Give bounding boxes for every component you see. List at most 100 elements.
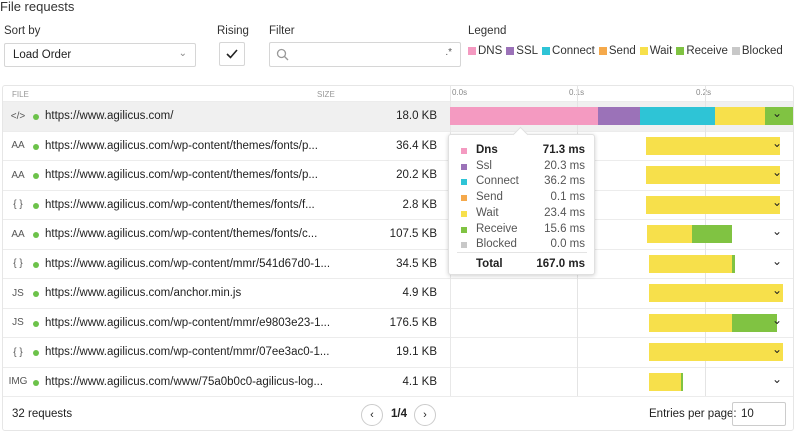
rising-label: Rising (217, 25, 249, 37)
waterfall-bar[interactable] (450, 284, 793, 302)
chevron-down-icon: ⌄ (772, 342, 783, 356)
waterfall-segment-wait (646, 195, 780, 214)
waterfall-segment-wait (649, 313, 732, 332)
waterfall-segment-wait (647, 225, 692, 243)
js-file-icon: JS (12, 287, 24, 299)
entries-per-page-label: Entries per page: (649, 408, 737, 420)
tooltip-phase-value: 0.1 ms (550, 191, 585, 204)
tooltip-swatch (461, 226, 467, 233)
legend-swatch (506, 47, 515, 55)
request-url: https://www.agilicus.com/wp-content/them… (45, 169, 318, 181)
request-url: https://www.agilicus.com/www/75a0b0c0-ag… (45, 375, 324, 388)
request-size: 20.2 KB (396, 169, 437, 181)
tooltip-phase-name: Send (476, 191, 503, 204)
expand-row-button[interactable]: ⌄ (772, 342, 782, 356)
page-title: File requests (0, 0, 75, 14)
tooltip-total-row: Total 167.0 ms (460, 257, 585, 273)
tooltip-phase-value: 15.6 ms (544, 222, 585, 235)
tooltip-swatch (461, 242, 467, 249)
js-file-icon: JS (12, 317, 24, 328)
request-url: https://www.agilicus.com/ (45, 110, 174, 122)
table-footer: 32 requests ‹ 1/4 › Entries per page: 10 (3, 396, 793, 430)
expand-row-button[interactable]: ⌄ (772, 195, 782, 209)
waterfall-bar[interactable] (450, 313, 793, 332)
tooltip-phase-name: Connect (476, 175, 519, 188)
status-dot (33, 114, 39, 120)
requests-table: FILE SIZE 0.0s 0.1s 0.2s </>https://www.… (2, 85, 794, 431)
entries-per-page-input[interactable]: 10 (732, 402, 786, 426)
tooltip-phase-name: Wait (476, 206, 499, 219)
tooltip-row-wait: Wait 23.4 ms (460, 206, 585, 222)
expand-row-button[interactable]: ⌄ (772, 283, 782, 297)
font-file-icon: AA (11, 169, 25, 181)
expand-row-button[interactable]: ⌄ (772, 372, 782, 386)
next-page-button[interactable]: › (414, 404, 436, 426)
tooltip-swatch (461, 163, 467, 170)
legend-item-blocked: Blocked (731, 45, 783, 57)
legend-label-text: Wait (649, 45, 673, 57)
checkmark-icon (226, 49, 238, 59)
legend-label: Legend (468, 25, 507, 37)
tooltip-divider (457, 252, 587, 253)
request-size: 4.9 KB (402, 287, 437, 299)
chevron-down-icon: ⌄ (772, 312, 783, 327)
filter-input[interactable]: .* (269, 42, 461, 67)
tooltip-row-ssl: Ssl 20.3 ms (460, 159, 585, 175)
request-size: 2.8 KB (402, 198, 437, 211)
expand-row-button[interactable]: ⌄ (772, 224, 782, 238)
expand-row-button[interactable]: ⌄ (772, 136, 782, 150)
expand-row-button[interactable]: ⌄ (772, 254, 782, 268)
regex-icon[interactable]: .* (445, 47, 452, 58)
waterfall-bar[interactable] (450, 372, 793, 391)
html-file-icon: </> (10, 110, 26, 122)
status-dot (33, 143, 39, 150)
request-size: 107.5 KB (389, 228, 437, 240)
tooltip-phase-value: 71.3 ms (542, 144, 585, 156)
status-dot (33, 202, 39, 209)
tooltip-total-value: 167.0 ms (536, 258, 585, 270)
chevron-left-icon: ‹ (370, 409, 374, 421)
waterfall-segment-wait (649, 372, 681, 391)
legend-swatch (639, 47, 648, 55)
column-header-file: FILE (12, 90, 29, 99)
request-size: 19.1 KB (396, 346, 437, 358)
image-file-icon: IMG (8, 376, 28, 387)
rising-checkbox[interactable] (219, 42, 245, 66)
request-url: https://www.agilicus.com/wp-content/them… (45, 198, 315, 211)
expand-row-button[interactable]: ⌄ (772, 106, 782, 120)
tooltip-phase-value: 0.0 ms (550, 238, 585, 251)
chevron-down-icon: ⌄ (772, 283, 783, 297)
legend-label-text: Connect (552, 45, 595, 57)
sort-label: Sort by (4, 25, 41, 37)
request-size: 36.4 KB (396, 139, 437, 152)
legend: DNS SSL Connect Send Wait Receive Blocked (468, 45, 787, 57)
tooltip-phase-name: Dns (476, 144, 498, 156)
chevron-down-icon: ⌄ (772, 253, 783, 268)
request-size: 34.5 KB (396, 257, 437, 270)
tooltip-row-dns: Dns 71.3 ms (460, 143, 585, 159)
request-size: 18.0 KB (396, 110, 437, 122)
request-url: https://www.agilicus.com/wp-content/mmr/… (45, 346, 330, 358)
font-file-icon: AA (11, 228, 25, 240)
expand-row-button[interactable]: ⌄ (772, 165, 782, 179)
waterfall-bar[interactable] (450, 107, 793, 125)
legend-label-text: SSL (516, 45, 539, 57)
tooltip-swatch (461, 195, 467, 202)
sort-select[interactable]: Load Order ⌄ (4, 43, 196, 67)
tooltip-swatch (461, 148, 467, 154)
chevron-down-icon: ⌄ (178, 48, 187, 59)
waterfall-segment-dns (450, 107, 598, 125)
tooltip-row-connect: Connect 36.2 ms (460, 174, 585, 190)
tooltip-phase-value: 23.4 ms (544, 206, 585, 219)
prev-page-button[interactable]: ‹ (361, 404, 383, 426)
request-size: 176.5 KB (389, 316, 437, 329)
sort-select-value: Load Order (13, 49, 72, 61)
waterfall-bar[interactable] (450, 343, 793, 361)
chevron-down-icon: ⌄ (772, 371, 783, 386)
expand-row-button[interactable]: ⌄ (772, 313, 782, 327)
chevron-down-icon: ⌄ (772, 224, 783, 238)
legend-item-receive: Receive (676, 45, 728, 57)
tooltip-swatch (461, 210, 467, 217)
status-dot (33, 379, 39, 386)
legend-item-wait: Wait (639, 45, 673, 57)
